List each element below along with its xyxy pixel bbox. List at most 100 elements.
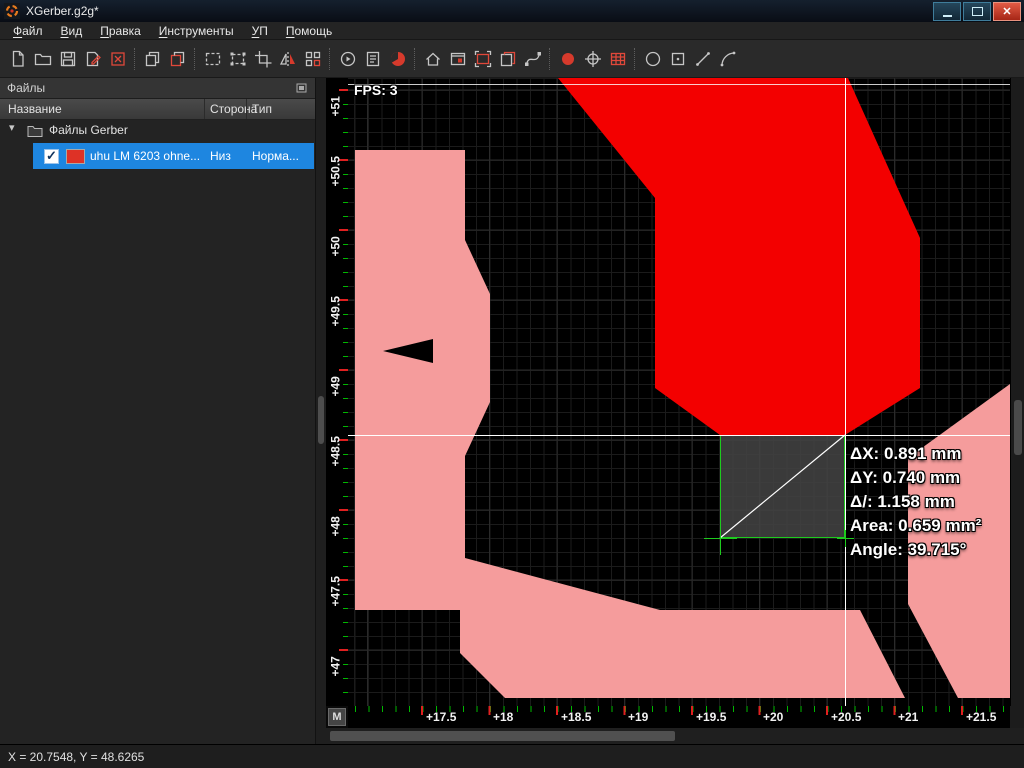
toolbar-separator [549, 47, 551, 70]
menu-cam[interactable]: УП [243, 23, 277, 39]
maximize-button[interactable] [963, 1, 991, 21]
aperture-pie-button[interactable] [385, 46, 410, 72]
copy-button[interactable] [140, 46, 165, 72]
report-icon [366, 51, 379, 66]
ruler-label: +17.5 [426, 710, 457, 724]
draw-pad-button[interactable] [665, 46, 690, 72]
titlebar: XGerber.g2g* [0, 0, 1024, 23]
home-button[interactable] [420, 46, 445, 72]
canvas-vscrollbar-left[interactable] [316, 78, 326, 728]
ruler-corner: M [326, 706, 348, 728]
panel-button[interactable] [445, 46, 470, 72]
draw-circle-button[interactable] [640, 46, 665, 72]
ruler-label: +49.5 [328, 296, 343, 327]
tree-root-row[interactable]: Файлы Gerber [0, 118, 314, 143]
window-controls [933, 1, 1024, 21]
export-button[interactable] [165, 46, 190, 72]
scrollbar-corner [1010, 706, 1024, 728]
export-icon [170, 51, 184, 66]
save-button[interactable] [55, 46, 80, 72]
ruler-label: +50.5 [328, 156, 343, 187]
net-grid-button[interactable] [605, 46, 630, 72]
open-file-icon [34, 53, 51, 65]
menu-file[interactable]: Файл [4, 23, 52, 39]
measurement-readout: ΔX: 0.891 mm ΔY: 0.740 mm Δ/: 1.158 mm A… [850, 442, 1010, 562]
select-rect-button[interactable] [200, 46, 225, 72]
frame-button[interactable] [470, 46, 495, 72]
toolbar-separator [329, 47, 331, 70]
units-button[interactable]: M [328, 708, 346, 726]
report-button[interactable] [360, 46, 385, 72]
ruler-label: +18 [493, 710, 514, 724]
close-icon [1002, 2, 1011, 20]
expander-icon[interactable] [9, 121, 21, 137]
flash-circle-button[interactable] [555, 46, 580, 72]
files-tree: Файлы Gerber uhu LM 6203 ohne... Низ Нор… [0, 118, 314, 744]
hscrollbar-thumb[interactable] [330, 731, 675, 741]
panel-icon [450, 52, 465, 65]
ruler-label: +20.5 [831, 710, 862, 724]
spline-button[interactable] [520, 46, 545, 72]
center-cross-button[interactable] [580, 46, 605, 72]
menu-tools[interactable]: Инструменты [150, 23, 243, 39]
draw-pad-icon [671, 52, 684, 65]
layers-button[interactable] [495, 46, 520, 72]
open-file-button[interactable] [30, 46, 55, 72]
frame-icon [474, 50, 491, 67]
measure-angle: Angle: 39.715° [850, 540, 967, 559]
files-panel-title: Файлы [7, 81, 46, 95]
column-separator[interactable] [204, 99, 205, 119]
ruler-label: +20 [763, 710, 784, 724]
files-columns-header: Название Сторона Тип [0, 99, 315, 120]
ruler-label: +48.5 [328, 436, 343, 467]
file-name: uhu LM 6203 ohne... [90, 149, 201, 163]
layer-color-swatch[interactable] [66, 149, 85, 164]
column-name[interactable]: Название [8, 102, 62, 116]
ruler-label: +47.5 [328, 576, 343, 607]
files-panel-header: Файлы [0, 78, 315, 99]
mirror-button[interactable] [275, 46, 300, 72]
draw-arc-button[interactable] [715, 46, 740, 72]
center-cross-icon [584, 50, 601, 67]
select-rect-icon [205, 52, 220, 65]
column-separator[interactable] [246, 99, 247, 119]
toolbar [0, 40, 1024, 78]
float-panel-icon[interactable] [296, 83, 308, 94]
edit-file-button[interactable] [80, 46, 105, 72]
gerber-viewport[interactable]: FPS: 3 ΔX: 0.891 mm ΔY: 0.740 mm Δ/: 1.1… [348, 78, 1010, 706]
vscrollbar-left-thumb[interactable] [318, 396, 324, 444]
menu-help[interactable]: Помощь [277, 23, 341, 39]
minimize-button[interactable] [933, 1, 961, 21]
window-title: XGerber.g2g* [26, 4, 99, 18]
column-side[interactable]: Сторона [210, 102, 257, 116]
measure-dx: ΔX: 0.891 mm [850, 444, 962, 463]
canvas-hscrollbar[interactable] [316, 728, 1024, 744]
tree-root-label: Файлы Gerber [49, 123, 128, 137]
measure-area: Area: 0.659 mm² [850, 516, 982, 535]
array-button[interactable] [300, 46, 325, 72]
copy-icon [145, 51, 159, 66]
folder-icon [27, 126, 43, 137]
app-icon [4, 3, 20, 19]
mirror-icon [279, 51, 295, 66]
crop-button[interactable] [250, 46, 275, 72]
column-type[interactable]: Тип [252, 102, 272, 116]
canvas-vscrollbar-right[interactable] [1010, 78, 1024, 706]
draw-arc-icon [720, 51, 735, 66]
menu-view[interactable]: Вид [52, 23, 92, 39]
layer-visibility-checkbox[interactable] [44, 148, 59, 164]
new-file-button[interactable] [5, 46, 30, 72]
maximize-icon [971, 6, 983, 16]
close-button[interactable] [993, 1, 1021, 21]
gerber-file-row[interactable]: uhu LM 6203 ohne... Низ Норма... [0, 143, 314, 169]
menu-edit[interactable]: Правка [91, 23, 150, 39]
vscrollbar-right-thumb[interactable] [1014, 400, 1022, 455]
close-file-button[interactable] [105, 46, 130, 72]
flash-circle-icon [561, 52, 574, 65]
ruler-label: +51 [328, 96, 343, 117]
ruler-label: +50 [328, 236, 343, 257]
draw-line-button[interactable] [690, 46, 715, 72]
select-handles-button[interactable] [225, 46, 250, 72]
run-button[interactable] [335, 46, 360, 72]
canvas-area: +51 +50.5 +50 +49.5 +49 +48.5 +48 +47.5 … [326, 78, 1024, 728]
